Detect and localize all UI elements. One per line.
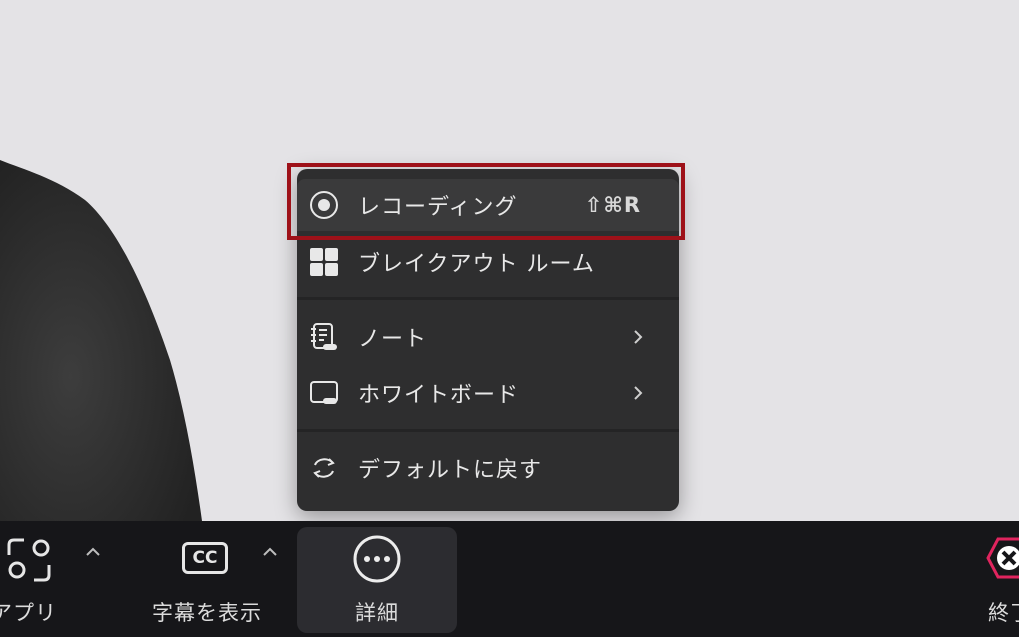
menu-item-label: ホワイトボード: [358, 383, 520, 408]
more-button[interactable]: 詳細: [297, 527, 457, 633]
menu-item-label: ブレイクアウト ルーム: [358, 252, 595, 277]
chevron-up-icon[interactable]: [84, 545, 102, 559]
more-options-menu: レコーディング ⇧⌘R ブレイクアウト ルーム ノート ホワイトボード デフォル…: [297, 169, 679, 511]
chevron-right-icon: [634, 386, 643, 400]
menu-item-label: レコーディング: [358, 195, 518, 220]
whiteboard-icon: [309, 378, 339, 408]
menu-item-breakout-rooms[interactable]: ブレイクアウト ルーム: [297, 236, 679, 288]
toolbar-label: 字幕を表示: [152, 601, 262, 625]
participant-video: [0, 160, 202, 521]
toolbar-label: 詳細: [355, 601, 399, 625]
end-meeting-icon: [986, 537, 1019, 579]
end-meeting-button[interactable]: 終了: [970, 527, 1019, 633]
menu-item-label: デフォルトに戻す: [358, 458, 543, 483]
menu-item-recording[interactable]: レコーディング ⇧⌘R: [297, 179, 679, 231]
meeting-toolbar: アプリ CC 字幕を表示 詳細 終了: [0, 521, 1019, 637]
toolbar-label: アプリ: [0, 601, 57, 625]
toolbar-label: 終了: [988, 601, 1019, 625]
menu-item-notes[interactable]: ノート: [297, 311, 679, 363]
chevron-up-icon[interactable]: [261, 545, 279, 559]
keyboard-shortcut: ⇧⌘R: [584, 193, 641, 217]
apps-icon: [7, 538, 51, 582]
record-icon: [309, 190, 339, 220]
menu-item-label: ノート: [358, 327, 428, 352]
apps-button[interactable]: アプリ: [0, 527, 76, 633]
captions-button[interactable]: CC 字幕を表示: [142, 527, 272, 633]
chevron-right-icon: [634, 330, 643, 344]
menu-divider: [297, 429, 679, 432]
menu-item-reset-default[interactable]: デフォルトに戻す: [297, 442, 679, 494]
more-options-icon: [353, 535, 401, 583]
reset-icon: [309, 453, 339, 483]
menu-divider: [297, 297, 679, 300]
notes-icon: [309, 322, 339, 352]
grid-icon: [309, 247, 339, 277]
menu-item-whiteboard[interactable]: ホワイトボード: [297, 367, 679, 419]
closed-captions-icon: CC: [182, 542, 228, 574]
